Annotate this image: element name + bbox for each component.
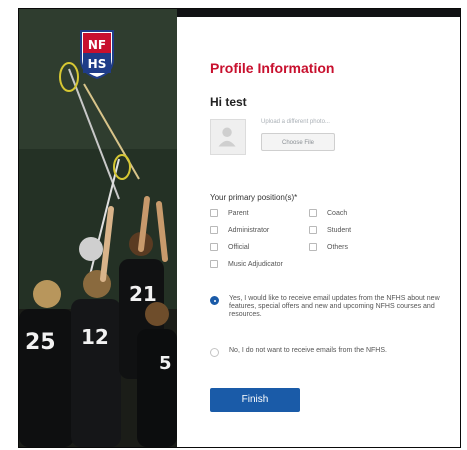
- position-option-music-adjudicator[interactable]: Music Adjudicator: [210, 260, 283, 268]
- email-yes-label: Yes, I would like to receive email updat…: [229, 295, 440, 318]
- checkbox[interactable]: [210, 226, 218, 234]
- position-option-coach[interactable]: Coach: [309, 209, 347, 217]
- avatar: [210, 119, 246, 155]
- greeting: Hi test: [210, 95, 247, 109]
- option-label: Official: [228, 243, 250, 251]
- option-label: Student: [327, 226, 352, 234]
- app-frame: 25 12 21 5 NF HS Profile Information Hi …: [18, 8, 461, 448]
- option-label: Others: [327, 243, 349, 251]
- option-label: Coach: [327, 209, 348, 217]
- finish-button[interactable]: Finish: [210, 388, 300, 412]
- email-opt-in-no[interactable]: No, I do not want to receive emails from…: [210, 347, 444, 357]
- email-opt-in-yes[interactable]: Yes, I would like to receive email updat…: [210, 295, 444, 319]
- position-option-student[interactable]: Student: [309, 226, 351, 234]
- svg-text:NF: NF: [88, 38, 106, 52]
- radio-button[interactable]: [210, 348, 219, 357]
- position-option-parent[interactable]: Parent: [210, 209, 249, 217]
- nfhs-logo: NF HS: [79, 29, 115, 80]
- svg-text:21: 21: [129, 282, 157, 306]
- upload-photo-label: Upload a different photo...: [261, 119, 330, 125]
- option-label: Parent: [228, 209, 249, 217]
- user-icon: [218, 127, 236, 147]
- position-option-others[interactable]: Others: [309, 243, 348, 251]
- svg-text:5: 5: [159, 353, 172, 374]
- email-no-label: No, I do not want to receive emails from…: [229, 347, 387, 354]
- profile-form-panel: Profile Information Hi test Upload a dif…: [177, 17, 460, 447]
- option-label: Administrator: [228, 226, 270, 234]
- position-option-administrator[interactable]: Administrator: [210, 226, 269, 234]
- position-option-official[interactable]: Official: [210, 243, 249, 251]
- svg-text:25: 25: [25, 330, 56, 355]
- option-label: Music Adjudicator: [228, 260, 283, 268]
- primary-position-question: Your primary position(s)*: [210, 193, 298, 202]
- checkbox[interactable]: [210, 243, 218, 251]
- svg-text:12: 12: [81, 325, 109, 349]
- checkbox[interactable]: [309, 209, 317, 217]
- page-title: Profile Information: [210, 60, 335, 76]
- checkbox[interactable]: [309, 226, 317, 234]
- checkbox[interactable]: [309, 243, 317, 251]
- svg-text:HS: HS: [88, 57, 107, 71]
- checkbox[interactable]: [210, 260, 218, 268]
- checkbox[interactable]: [210, 209, 218, 217]
- lacrosse-photo-panel: 25 12 21 5 NF HS: [19, 9, 177, 447]
- radio-button-selected[interactable]: [210, 296, 219, 305]
- choose-file-button[interactable]: Choose File: [261, 133, 335, 151]
